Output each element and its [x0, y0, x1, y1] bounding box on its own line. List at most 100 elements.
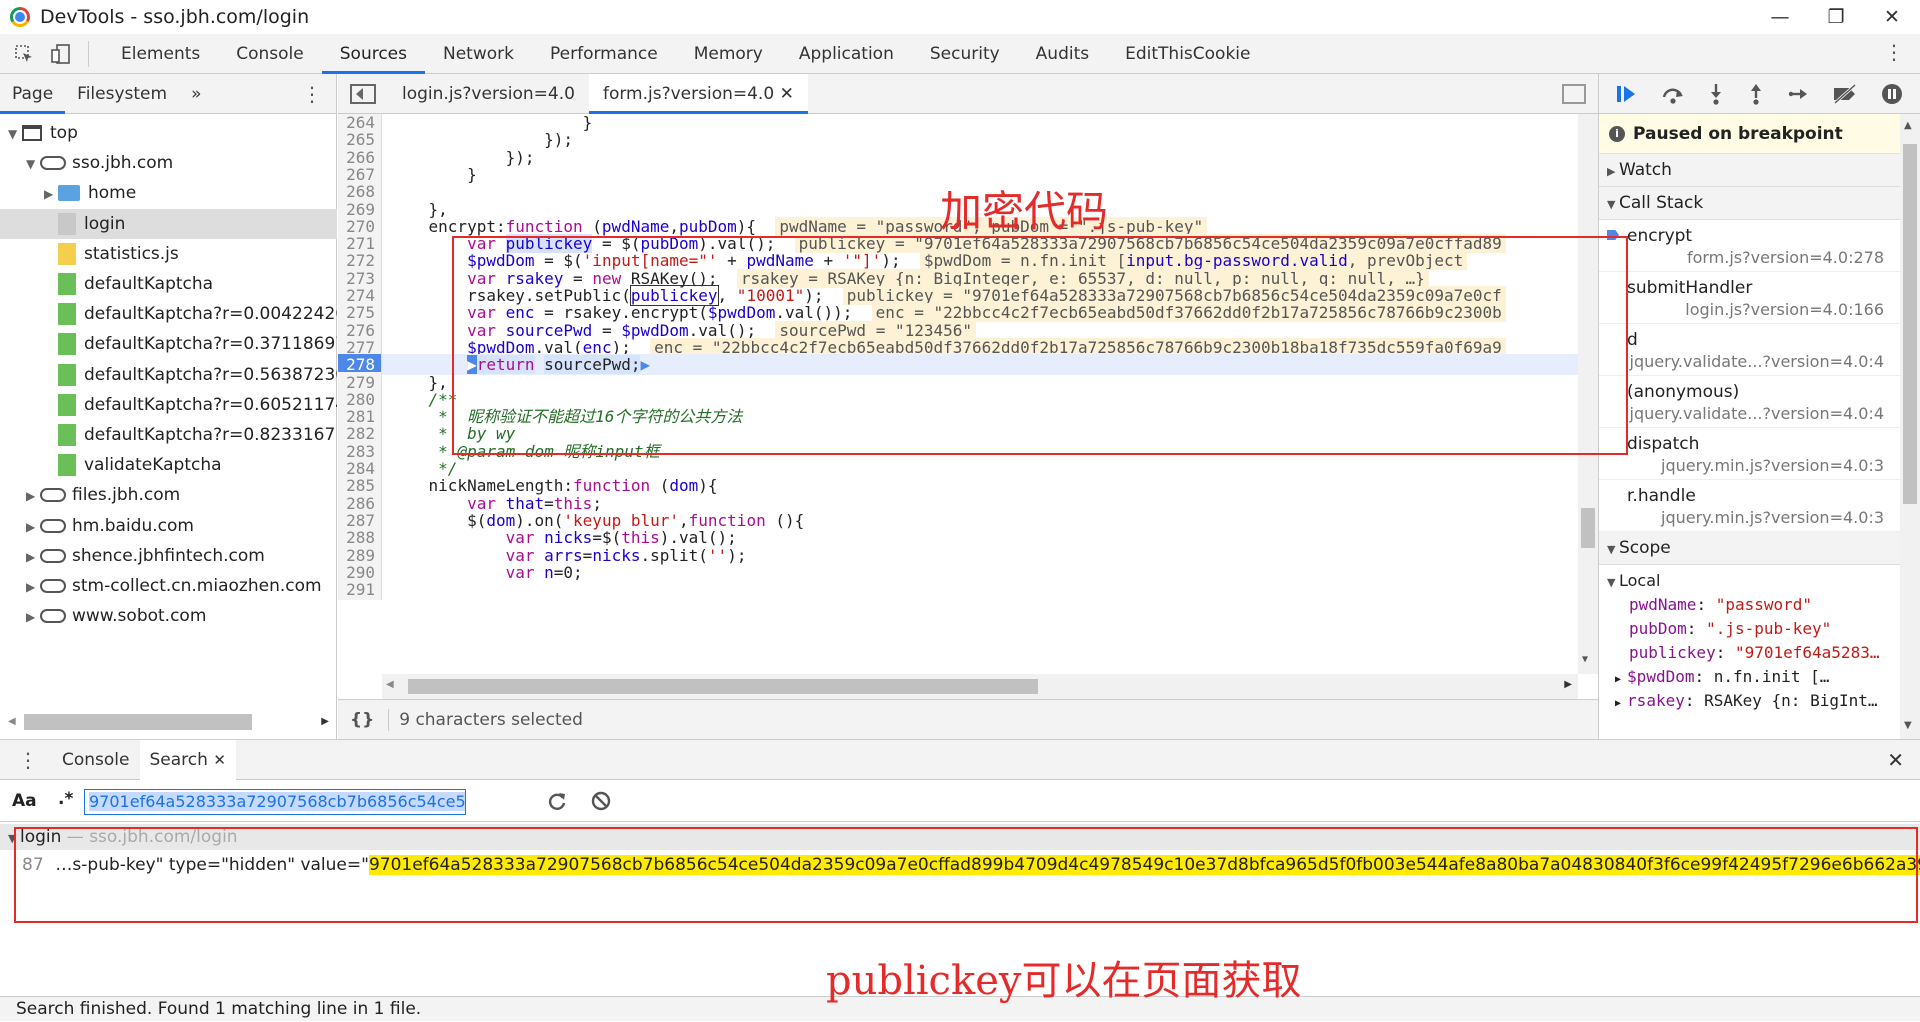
tree-item[interactable]: defaultKaptcha?r=0.605211747	[0, 390, 337, 420]
code-line[interactable]: 291	[338, 579, 1578, 601]
panel-tab-console[interactable]: Console	[218, 34, 322, 74]
collapsed-triangle-icon[interactable]: ▶	[26, 542, 40, 571]
minimize-button[interactable]: —	[1752, 0, 1808, 34]
scroll-down-icon[interactable]: ▼	[1582, 654, 1588, 665]
step-into-icon[interactable]	[1706, 83, 1726, 105]
toggle-debugger-icon[interactable]	[1562, 84, 1586, 104]
call-frame[interactable]: dispatch jquery.min.js?version=4.0:3	[1599, 428, 1920, 480]
call-frame-location[interactable]: jquery.min.js?version=4.0:3	[1627, 456, 1912, 475]
debugger-scrollbar[interactable]: ▲ ▼	[1900, 114, 1920, 739]
editor-horizontal-scrollbar[interactable]: ◀ ▶	[382, 674, 1578, 699]
deactivate-breakpoints-icon[interactable]	[1831, 83, 1859, 105]
collapsed-triangle-icon[interactable]: ▶	[26, 572, 40, 601]
scroll-left-icon[interactable]: ◀	[386, 679, 394, 690]
step-over-icon[interactable]	[1660, 83, 1686, 105]
device-toolbar-icon[interactable]	[48, 40, 76, 68]
refresh-icon[interactable]	[546, 790, 568, 812]
tree-item[interactable]: defaultKaptcha?r=0.371186977	[0, 329, 337, 359]
panel-tab-editthiscookie[interactable]: EditThisCookie	[1107, 34, 1268, 74]
drawer-menu-icon[interactable]: ⋮	[18, 748, 38, 772]
panel-tab-memory[interactable]: Memory	[676, 34, 781, 74]
scroll-left-icon[interactable]: ◀	[8, 716, 16, 727]
maximize-button[interactable]: ❐	[1808, 0, 1864, 34]
scrollbar-thumb[interactable]	[1581, 508, 1595, 548]
tree-item[interactable]: defaultKaptcha?r=0.823316719	[0, 420, 337, 450]
call-frame[interactable]: r.handle jquery.min.js?version=4.0:3	[1599, 480, 1920, 532]
drawer-tab-search[interactable]: Search ✕	[139, 739, 236, 780]
scope-variable[interactable]: ▶ $pwdDom: n.fn.init […	[1607, 665, 1920, 689]
scope-variable[interactable]: pubDom: ".js-pub-key"	[1607, 617, 1920, 641]
search-input[interactable]: 9701ef64a528333a72907568cb7b6856c54ce504	[84, 789, 466, 815]
scroll-down-icon[interactable]: ▼	[1904, 720, 1912, 731]
panel-tab-network[interactable]: Network	[425, 34, 532, 74]
collapsed-triangle-icon[interactable]: ▶	[26, 602, 40, 631]
tree-item[interactable]: ▶ hm.baidu.com	[0, 511, 337, 541]
tree-item[interactable]: defaultKaptcha?r=0.004224269	[0, 299, 337, 329]
close-tab-icon[interactable]: ✕	[780, 84, 794, 104]
panel-tab-application[interactable]: Application	[781, 34, 912, 74]
pretty-print-icon[interactable]: {}	[350, 710, 374, 730]
expanded-triangle-icon[interactable]: ▼	[8, 119, 22, 148]
scope-variable[interactable]: ▶ rsakey: RSAKey {n: BigInt…	[1607, 689, 1920, 713]
panel-tab-performance[interactable]: Performance	[532, 34, 676, 74]
call-frame[interactable]: (anonymous) jquery.validate...?version=4.…	[1599, 376, 1920, 428]
scrollbar-thumb[interactable]	[24, 714, 252, 730]
close-window-button[interactable]: ✕	[1864, 0, 1920, 34]
call-frame[interactable]: submitHandler login.js?version=4.0:166	[1599, 272, 1920, 324]
step-out-icon[interactable]	[1746, 83, 1766, 105]
call-frame-location[interactable]: login.js?version=4.0:166	[1627, 300, 1912, 319]
call-frame-location[interactable]: form.js?version=4.0:278	[1627, 248, 1912, 267]
scrollbar-thumb[interactable]	[1903, 144, 1917, 504]
scroll-up-icon[interactable]: ▲	[1904, 120, 1912, 131]
line-number[interactable]: 291	[338, 579, 382, 601]
tree-item[interactable]: defaultKaptcha?r=0.563872309	[0, 360, 337, 390]
tree-item[interactable]: defaultKaptcha	[0, 269, 337, 299]
call-frame-location[interactable]: jquery.validate...?version=4.0:4	[1627, 404, 1912, 423]
resume-icon[interactable]	[1615, 83, 1639, 105]
more-tabs-icon[interactable]: »	[179, 74, 213, 114]
collapsed-triangle-icon[interactable]: ▶	[26, 512, 40, 541]
expanded-triangle-icon[interactable]: ▼	[26, 149, 40, 178]
call-frame-location[interactable]: jquery.validate...?version=4.0:4	[1627, 352, 1912, 371]
close-drawer-icon[interactable]: ✕	[1887, 748, 1904, 772]
scrollbar-thumb[interactable]	[408, 679, 1038, 694]
inspect-element-icon[interactable]	[10, 40, 38, 68]
collapsed-triangle-icon[interactable]: ▶	[1615, 698, 1627, 709]
tree-item[interactable]: ▼ top	[0, 118, 337, 148]
tree-item[interactable]: statistics.js	[0, 239, 337, 269]
clear-search-icon[interactable]	[590, 790, 612, 812]
tree-item[interactable]: ▶ home	[0, 178, 337, 208]
tree-item[interactable]: login	[0, 208, 337, 239]
panel-tab-sources[interactable]: Sources	[321, 34, 425, 74]
tree-item[interactable]: validateKaptcha	[0, 450, 337, 480]
scope-variable[interactable]: pwdName: "password"	[1607, 593, 1920, 617]
panel-tab-audits[interactable]: Audits	[1018, 34, 1107, 74]
scroll-right-icon[interactable]: ▶	[1564, 679, 1572, 690]
pause-on-exceptions-icon[interactable]	[1880, 82, 1904, 106]
panel-tab-security[interactable]: Security	[912, 34, 1018, 74]
match-case-button[interactable]: Aa	[12, 791, 37, 811]
close-tab-icon[interactable]: ✕	[213, 751, 226, 769]
call-frame-location[interactable]: jquery.min.js?version=4.0:3	[1627, 508, 1912, 527]
regex-button[interactable]: .*	[58, 789, 73, 809]
editor-tab-form-js[interactable]: form.js?version=4.0 ✕	[588, 73, 808, 114]
call-stack-section-header[interactable]: ▼ Call Stack	[1599, 187, 1920, 220]
tree-item[interactable]: ▶ stm-collect.cn.miaozhen.com	[0, 571, 337, 601]
collapsed-triangle-icon[interactable]: ▶	[1615, 674, 1627, 685]
drawer-tab-console[interactable]: Console	[52, 740, 140, 780]
tree-item[interactable]: ▶ shence.jbhfintech.com	[0, 541, 337, 571]
panel-tab-elements[interactable]: Elements	[103, 34, 218, 74]
local-scope-header[interactable]: ▼ Local	[1607, 569, 1920, 593]
navigator-scrollbar[interactable]: ◀ ▶	[0, 710, 337, 732]
scope-variable[interactable]: publickey: "9701ef64a5283…	[1607, 641, 1920, 665]
editor-tab-login-js[interactable]: login.js?version=4.0	[388, 74, 589, 114]
tab-filesystem[interactable]: Filesystem	[65, 74, 179, 114]
collapsed-triangle-icon[interactable]: ▶	[26, 481, 40, 510]
toggle-navigator-icon[interactable]	[350, 83, 376, 104]
tab-page[interactable]: Page	[0, 74, 66, 114]
scroll-right-icon[interactable]: ▶	[321, 716, 329, 727]
call-frame[interactable]: encrypt form.js?version=4.0:278	[1599, 220, 1920, 272]
navigator-menu-icon[interactable]: ⋮	[302, 82, 322, 106]
call-frame[interactable]: d jquery.validate...?version=4.0:4	[1599, 324, 1920, 376]
tree-item[interactable]: ▶ files.jbh.com	[0, 480, 337, 510]
